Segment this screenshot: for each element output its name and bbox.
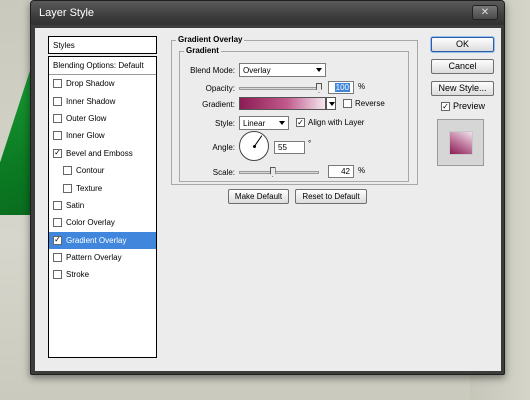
opacity-percent: %: [358, 82, 366, 91]
styles-list: Blending Options: Default Drop Shadow Inn…: [48, 56, 157, 358]
style-item-label: Gradient Overlay: [66, 235, 127, 245]
close-icon: ✕: [480, 7, 490, 18]
cancel-button[interactable]: Cancel: [431, 59, 494, 74]
style-item-gradient-overlay[interactable]: ✓ Gradient Overlay: [49, 231, 156, 249]
style-item-drop-shadow[interactable]: Drop Shadow: [49, 75, 156, 92]
chevron-down-icon: [316, 68, 322, 72]
dialog-body: Styles Blending Options: Default Drop Sh…: [35, 28, 501, 371]
blending-options-label: Blending Options: Default: [53, 61, 144, 70]
gradient-swatch[interactable]: [239, 97, 326, 110]
style-item-label: Color Overlay: [66, 218, 115, 228]
style-item-pattern-overlay[interactable]: Pattern Overlay: [49, 249, 156, 266]
preview-check-mark: ✓: [442, 102, 449, 111]
make-default-label: Make Default: [234, 192, 283, 201]
style-select[interactable]: Linear: [239, 116, 289, 130]
style-item-checkbox[interactable]: [53, 270, 62, 280]
align-check-mark: ✓: [297, 118, 304, 127]
angle-dial[interactable]: [239, 131, 269, 161]
style-item-label: Stroke: [66, 270, 90, 280]
style-item-color-overlay[interactable]: Color Overlay: [49, 214, 156, 231]
reset-to-default-button[interactable]: Reset to Default: [295, 189, 367, 204]
angle-center-dot: [253, 145, 256, 148]
style-preview: [437, 119, 484, 166]
angle-value: 55: [278, 143, 287, 152]
align-with-layer-label: Align with Layer: [308, 118, 365, 127]
opacity-value: 100: [334, 83, 350, 92]
blend-mode-label: Blend Mode:: [190, 66, 235, 75]
style-item-inner-glow[interactable]: Inner Glow: [49, 127, 156, 144]
style-item-checkbox[interactable]: ✓: [53, 148, 62, 158]
preview-swatch: [448, 130, 473, 155]
style-item-texture[interactable]: Texture: [49, 179, 156, 196]
style-item-label: Inner Glow: [66, 131, 105, 141]
style-item-label: Texture: [76, 183, 103, 193]
angle-label: Angle:: [212, 143, 235, 152]
styles-header-label: Styles: [53, 41, 75, 50]
reset-to-default-label: Reset to Default: [302, 192, 360, 201]
style-item-inner-shadow[interactable]: Inner Shadow: [49, 92, 156, 109]
style-item-checkbox[interactable]: ✓: [53, 235, 62, 245]
style-item-label: Outer Glow: [66, 113, 107, 123]
style-item-checkbox[interactable]: [63, 183, 72, 193]
layer-style-dialog: Layer Style ✕ Styles Blending Options: D…: [30, 0, 505, 375]
style-item-outer-glow[interactable]: Outer Glow: [49, 110, 156, 127]
style-item-label: Pattern Overlay: [66, 253, 122, 263]
style-item-label: Satin: [66, 200, 85, 210]
close-button[interactable]: ✕: [472, 5, 498, 20]
style-item-checkbox[interactable]: [53, 113, 62, 123]
scale-value: 42: [341, 167, 350, 176]
style-items: Drop Shadow Inner Shadow Outer Glow Inner G…: [49, 75, 156, 284]
style-item-label: Contour: [76, 166, 105, 176]
dialog-title: Layer Style: [39, 7, 95, 19]
chevron-down-icon: [279, 121, 285, 125]
blending-options-item[interactable]: Blending Options: Default: [49, 57, 156, 75]
style-item-checkbox[interactable]: [63, 166, 72, 176]
styles-header[interactable]: Styles: [48, 36, 157, 54]
style-item-checkbox[interactable]: [53, 131, 62, 141]
style-item-label: Drop Shadow: [66, 79, 115, 89]
opacity-input[interactable]: 100: [328, 81, 354, 94]
reverse-label: Reverse: [355, 99, 385, 108]
gradient-group-title: Gradient: [184, 46, 221, 55]
title-bar[interactable]: Layer Style ✕: [31, 1, 504, 25]
style-item-checkbox[interactable]: [53, 200, 62, 210]
style-item-checkbox[interactable]: [53, 218, 62, 228]
opacity-label: Opacity:: [205, 84, 235, 93]
style-item-checkbox[interactable]: [53, 96, 62, 106]
gradient-picker-arrow[interactable]: [326, 97, 336, 110]
angle-input[interactable]: 55: [274, 141, 305, 154]
style-item-checkbox[interactable]: [53, 79, 62, 89]
scale-input[interactable]: 42: [328, 165, 354, 178]
preview-checkbox[interactable]: ✓: [441, 102, 450, 111]
scale-label: Scale:: [212, 168, 235, 177]
style-item-checkbox[interactable]: [53, 253, 62, 263]
reverse-checkbox[interactable]: [343, 99, 352, 108]
gradient-label: Gradient:: [202, 100, 235, 109]
style-item-stroke[interactable]: Stroke: [49, 266, 156, 283]
blend-mode-select[interactable]: Overlay: [239, 63, 326, 77]
ok-label: OK: [455, 39, 469, 49]
style-label: Style:: [214, 119, 235, 128]
make-default-button[interactable]: Make Default: [228, 189, 289, 204]
style-item-label: Bevel and Emboss: [66, 148, 133, 158]
gradient-overlay-title: Gradient Overlay: [176, 35, 245, 44]
new-style-button[interactable]: New Style...: [431, 81, 494, 96]
angle-degree: °: [308, 139, 312, 148]
style-item-bevel-and-emboss[interactable]: ✓ Bevel and Emboss: [49, 145, 156, 162]
cancel-label: Cancel: [448, 61, 477, 71]
new-style-label: New Style...: [438, 83, 487, 93]
blend-mode-value: Overlay: [243, 66, 271, 75]
align-with-layer-checkbox[interactable]: ✓: [296, 118, 305, 127]
style-item-satin[interactable]: Satin: [49, 197, 156, 214]
style-value: Linear: [243, 119, 266, 128]
ok-button[interactable]: OK: [431, 37, 494, 52]
style-item-label: Inner Shadow: [66, 96, 116, 106]
scale-percent: %: [358, 166, 366, 175]
style-item-contour[interactable]: Contour: [49, 162, 156, 179]
preview-label: Preview: [453, 101, 486, 111]
scale-slider[interactable]: [239, 171, 319, 174]
opacity-slider[interactable]: [239, 87, 319, 90]
